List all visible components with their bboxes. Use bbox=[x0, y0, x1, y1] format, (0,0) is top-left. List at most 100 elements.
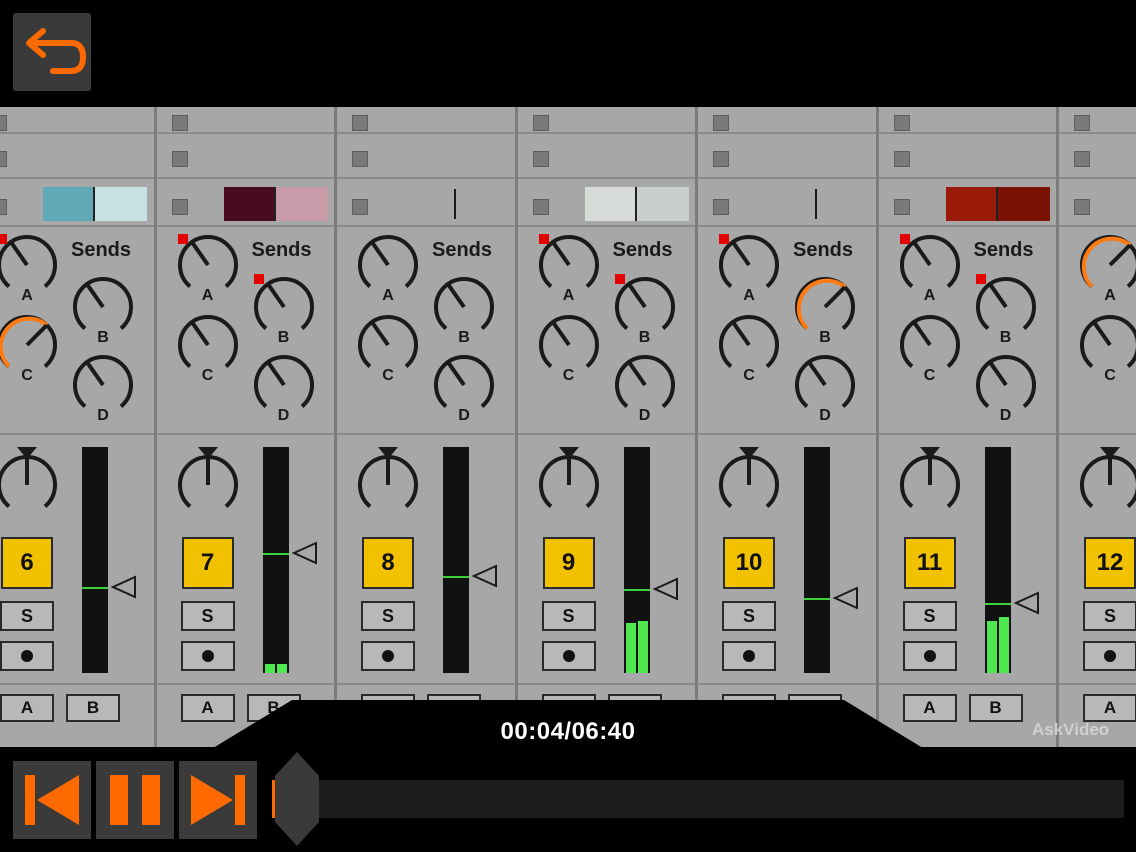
clip-slot-button[interactable] bbox=[1074, 151, 1090, 167]
clip-slot-button[interactable] bbox=[1074, 115, 1090, 131]
clip-slot-button[interactable] bbox=[532, 151, 549, 167]
track-activator-button[interactable]: 8 bbox=[362, 537, 414, 589]
pan-knob[interactable] bbox=[1078, 453, 1136, 517]
record-arm-button[interactable] bbox=[180, 641, 235, 671]
track-activator-button[interactable]: 6 bbox=[1, 537, 53, 589]
clip-slot-button[interactable] bbox=[893, 115, 910, 131]
mixer-track-12: SendsABCD12SAB bbox=[1058, 107, 1136, 747]
strip-divider bbox=[697, 177, 877, 179]
track-activator-button[interactable]: 9 bbox=[542, 537, 595, 589]
solo-button[interactable]: S bbox=[541, 601, 596, 631]
strip-divider bbox=[155, 225, 336, 227]
previous-button[interactable] bbox=[13, 761, 91, 839]
meter-right-fill bbox=[637, 621, 648, 673]
solo-button[interactable]: S bbox=[361, 601, 415, 631]
solo-button[interactable]: S bbox=[902, 601, 957, 631]
track-activator-button[interactable]: 7 bbox=[181, 537, 234, 589]
clip-slot-button[interactable] bbox=[171, 199, 188, 215]
strip-divider bbox=[1058, 433, 1136, 435]
send-label-a: A bbox=[1104, 287, 1116, 304]
record-arm-button[interactable] bbox=[722, 641, 776, 671]
record-arm-button[interactable] bbox=[361, 641, 415, 671]
mixer-track-8: SendsABCD8SAB bbox=[336, 107, 516, 747]
strip-divider bbox=[877, 433, 1058, 435]
clip-slot-button[interactable] bbox=[0, 199, 7, 215]
send-label-b: B bbox=[277, 329, 290, 346]
clip-slot-button[interactable] bbox=[713, 115, 729, 131]
sends-label: Sends bbox=[973, 239, 1034, 261]
track-activator-button[interactable]: 10 bbox=[723, 537, 775, 589]
level-meter bbox=[623, 447, 650, 673]
volume-fader-handle[interactable] bbox=[652, 577, 679, 601]
sends-label: Sends bbox=[251, 239, 312, 261]
clip-slot-button[interactable] bbox=[532, 199, 549, 215]
pan-knob[interactable] bbox=[717, 453, 781, 517]
solo-button[interactable]: S bbox=[0, 601, 54, 631]
clip-slot-button[interactable] bbox=[352, 199, 368, 215]
solo-button[interactable]: S bbox=[180, 601, 235, 631]
clip-slot-button[interactable] bbox=[0, 115, 7, 131]
pan-knob[interactable] bbox=[356, 453, 420, 517]
clip-slot-button[interactable] bbox=[713, 199, 729, 215]
volume-fader-handle[interactable] bbox=[291, 541, 318, 565]
meter-right-fill bbox=[276, 663, 287, 673]
volume-fader-handle[interactable] bbox=[472, 564, 498, 588]
clip-color-bar[interactable] bbox=[43, 187, 147, 221]
volume-level-line bbox=[82, 587, 108, 590]
back-button[interactable] bbox=[13, 13, 91, 91]
meter-right-fill bbox=[998, 616, 1009, 673]
clip-color-bar[interactable] bbox=[223, 187, 328, 221]
strip-divider bbox=[0, 225, 155, 227]
strip-divider bbox=[336, 225, 516, 227]
clip-slot-button[interactable] bbox=[0, 151, 7, 167]
record-arm-button[interactable] bbox=[541, 641, 596, 671]
clip-slot-button[interactable] bbox=[893, 151, 910, 167]
progress-bar[interactable] bbox=[272, 780, 1124, 818]
meter-left-channel bbox=[264, 447, 275, 673]
record-arm-button[interactable] bbox=[0, 641, 54, 671]
skip-next-icon bbox=[191, 775, 245, 825]
pan-knob[interactable] bbox=[537, 453, 601, 517]
record-arm-button[interactable] bbox=[1083, 641, 1136, 671]
next-button[interactable] bbox=[179, 761, 257, 839]
meter-left-channel bbox=[84, 447, 94, 673]
clip-color-bar[interactable] bbox=[945, 187, 1050, 221]
pan-knob[interactable] bbox=[176, 453, 240, 517]
record-dot-icon bbox=[1104, 650, 1116, 662]
clip-slot-button[interactable] bbox=[1074, 199, 1090, 215]
track-activator-button[interactable]: 12 bbox=[1084, 537, 1136, 589]
clip-slot-button[interactable] bbox=[171, 115, 188, 131]
record-dot-icon bbox=[743, 650, 755, 662]
clip-slot-button[interactable] bbox=[532, 115, 549, 131]
volume-fader-handle[interactable] bbox=[1013, 591, 1040, 615]
scrub-handle[interactable] bbox=[274, 752, 319, 846]
track-activator-button[interactable]: 11 bbox=[903, 537, 956, 589]
record-dot-icon bbox=[21, 650, 33, 662]
volume-fader-handle[interactable] bbox=[111, 575, 137, 599]
volume-fader-handle[interactable] bbox=[833, 586, 859, 610]
sends-label: Sends bbox=[612, 239, 673, 261]
clip-slot-button[interactable] bbox=[352, 151, 368, 167]
strip-divider bbox=[877, 683, 1058, 685]
pan-knob[interactable] bbox=[0, 453, 59, 517]
send-label-a: A bbox=[382, 287, 394, 304]
volume-level-line bbox=[623, 589, 650, 592]
pan-center-marker bbox=[558, 447, 579, 459]
clip-slot-button[interactable] bbox=[171, 151, 188, 167]
pause-button[interactable] bbox=[96, 761, 174, 839]
clip-color-bar[interactable] bbox=[584, 187, 689, 221]
clip-slot-button[interactable] bbox=[893, 199, 910, 215]
strip-divider bbox=[0, 433, 155, 435]
clip-slot-button[interactable] bbox=[352, 115, 368, 131]
sends-label: Sends bbox=[71, 239, 132, 261]
send-label-a: A bbox=[923, 287, 936, 304]
mixer-track-9: SendsABCD9SAB bbox=[516, 107, 697, 747]
track-separator bbox=[334, 107, 337, 747]
record-arm-button[interactable] bbox=[902, 641, 957, 671]
clip-slot-button[interactable] bbox=[713, 151, 729, 167]
solo-button[interactable]: S bbox=[722, 601, 776, 631]
meter-right-channel bbox=[457, 447, 467, 673]
meter-right-channel bbox=[818, 447, 828, 673]
solo-button[interactable]: S bbox=[1083, 601, 1136, 631]
pan-knob[interactable] bbox=[898, 453, 962, 517]
